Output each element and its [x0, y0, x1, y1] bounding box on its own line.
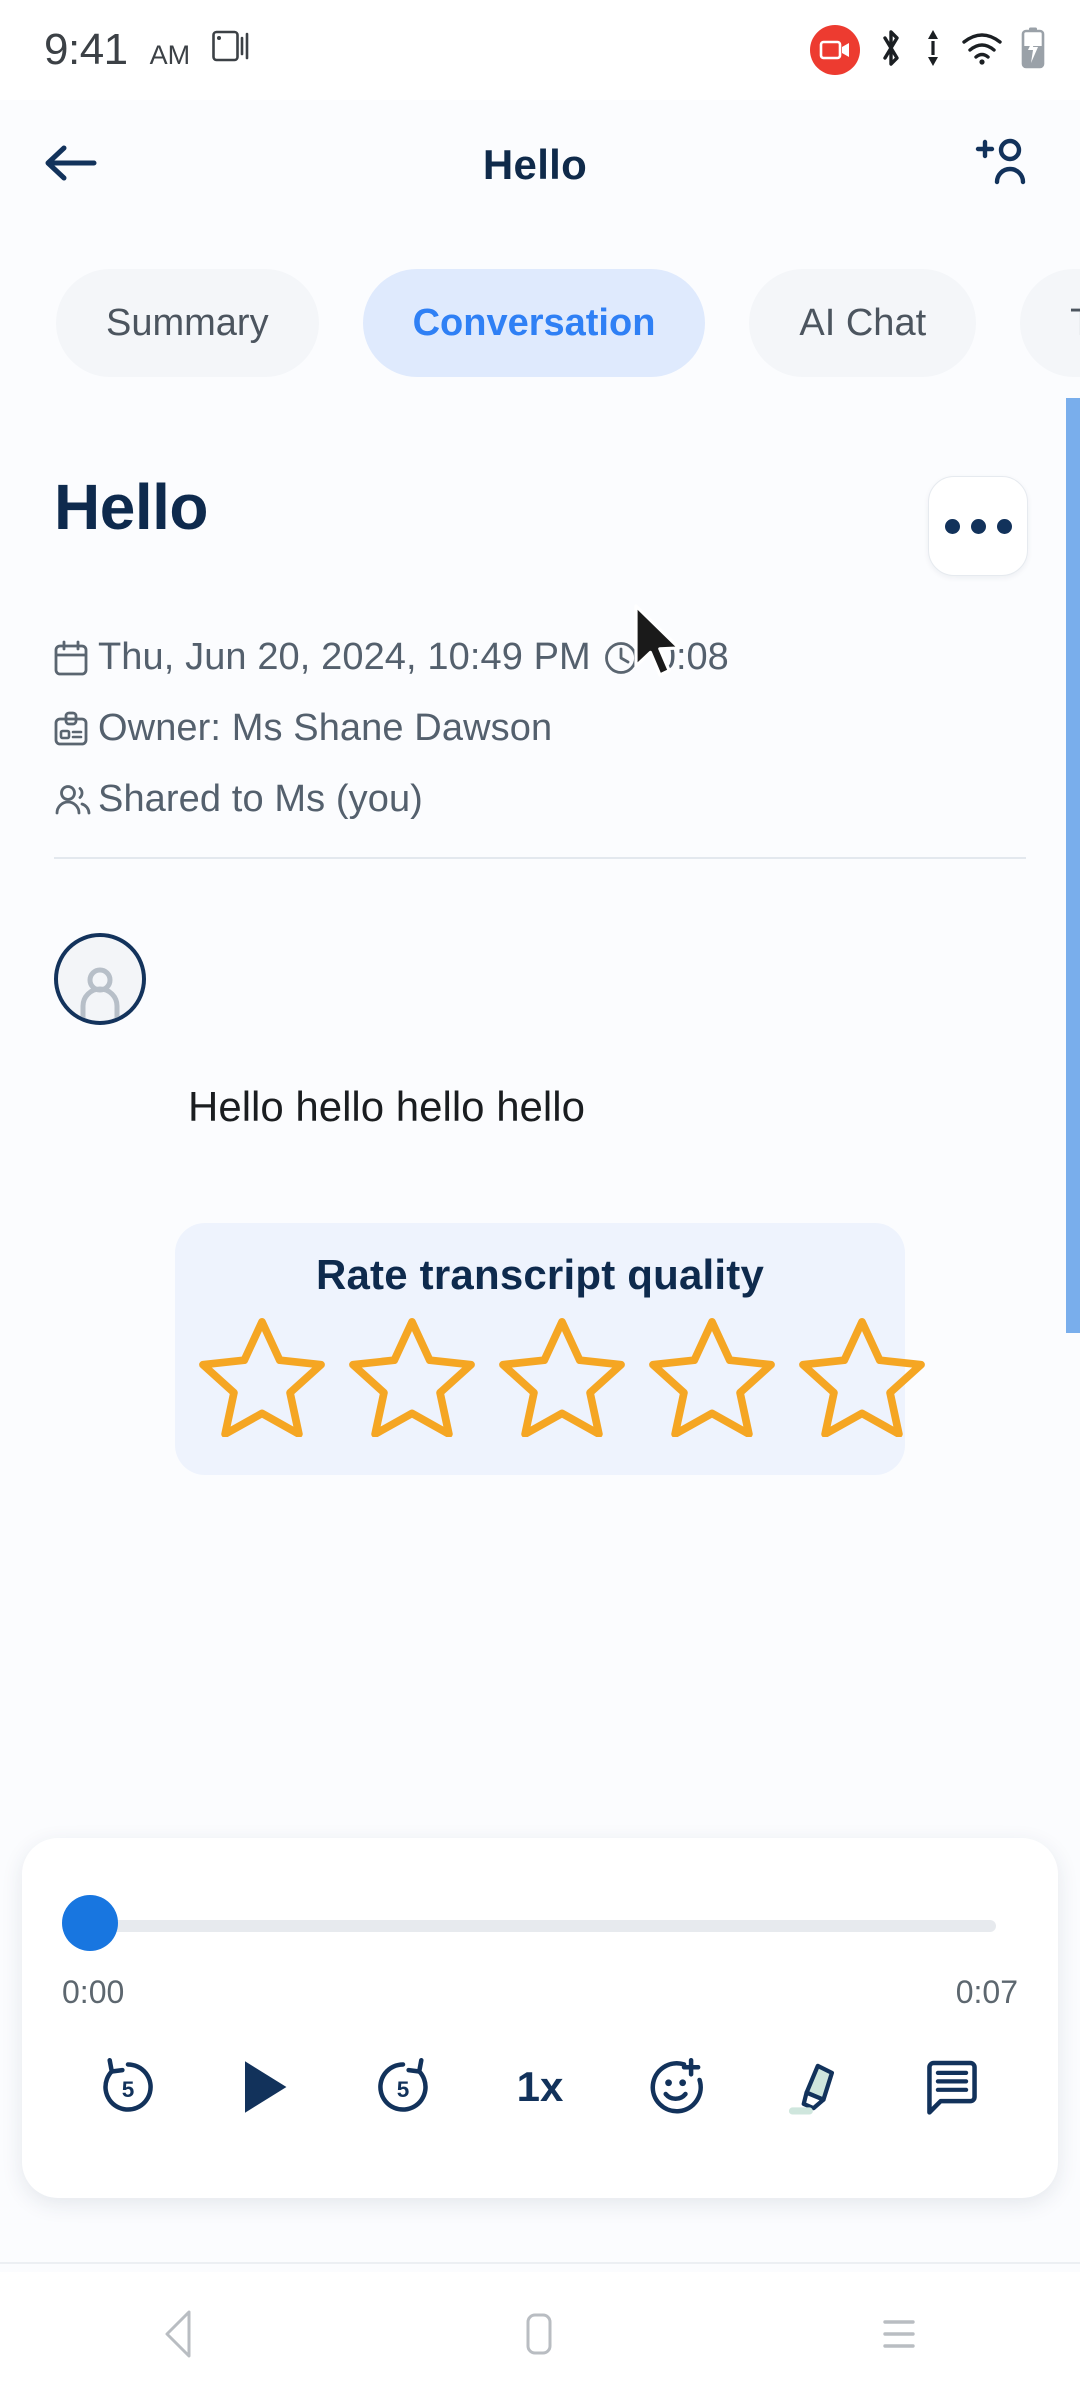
- tab-conversation-label: Conversation: [412, 301, 656, 344]
- playback-speed-label: 1x: [516, 2063, 564, 2110]
- meta-row-date: Thu, Jun 20, 2024, 10:49 PM 0:08: [54, 636, 1026, 679]
- tab-summary-label: Summary: [106, 301, 269, 344]
- more-horizontal-icon: [970, 518, 986, 534]
- more-horizontal-icon: [996, 518, 1012, 534]
- meta-duration: 0:08: [654, 636, 729, 678]
- document-meta: Thu, Jun 20, 2024, 10:49 PM 0:08 Owner: …: [0, 636, 1080, 821]
- playback-times: 0:00 0:07: [22, 1974, 1058, 2011]
- system-nav-bar: [0, 2272, 1080, 2400]
- play-button[interactable]: [217, 2047, 313, 2127]
- message-text: Hello hello hello hello: [188, 1083, 585, 1130]
- nav-home-button[interactable]: [517, 2310, 561, 2363]
- playback-speed-button[interactable]: 1x: [492, 2047, 588, 2127]
- main-content: Hello Thu, Jun 20, 2024, 10:49 PM 0:08 O…: [0, 408, 1080, 1475]
- rewind-5-button[interactable]: 5: [80, 2047, 176, 2127]
- scrubber-thumb[interactable]: [62, 1895, 118, 1951]
- nav-recents-button[interactable]: [875, 2312, 923, 2361]
- playback-position: 0:00: [62, 1974, 125, 2010]
- id-badge-icon: [54, 711, 98, 747]
- people-icon: [54, 783, 98, 817]
- document-header: Hello: [0, 470, 1080, 576]
- back-button[interactable]: [42, 141, 98, 190]
- status-bar-right: [810, 25, 1046, 75]
- tab-transcript[interactable]: T: [1020, 269, 1080, 377]
- screen-record-badge: [810, 25, 860, 75]
- star-rating[interactable]: [196, 1313, 928, 1442]
- clock-icon: [603, 640, 639, 676]
- star-icon-2[interactable]: [346, 1313, 478, 1442]
- scrubber-track[interactable]: [84, 1920, 996, 1932]
- playback-scrubber[interactable]: [62, 1895, 1018, 1951]
- data-transfer-icon: [922, 27, 944, 74]
- transcript-message: Hello hello hello hello: [0, 933, 1080, 1131]
- meta-row-owner: Owner: Ms Shane Dawson: [54, 707, 1026, 750]
- meta-owner: Owner: Ms Shane Dawson: [98, 707, 553, 749]
- player-controls: 5 5 1x: [22, 2047, 1058, 2127]
- app-bar: Hello: [0, 100, 1080, 230]
- svg-text:5: 5: [396, 2077, 409, 2102]
- more-horizontal-icon: [944, 518, 960, 534]
- phone-screen: 9:41 AM Hello Summary Conversation AI Ch…: [0, 0, 1080, 2400]
- audio-player: 0:00 0:07 5 5 1x: [22, 1838, 1058, 2198]
- content-divider: [54, 857, 1026, 859]
- status-bar: 9:41 AM: [0, 0, 1080, 100]
- meta-row-shared: Shared to Ms (you): [54, 778, 1026, 821]
- rate-transcript-title: Rate transcript quality: [315, 1251, 765, 1298]
- bluetooth-icon: [876, 27, 906, 74]
- bottom-separator: [0, 2262, 1080, 2264]
- more-options-button[interactable]: [928, 476, 1028, 576]
- meta-shared: Shared to Ms (you): [98, 778, 423, 820]
- transcript-button[interactable]: [904, 2047, 1000, 2127]
- app-bar-title: Hello: [482, 141, 588, 188]
- person-avatar-icon: [80, 967, 120, 1021]
- status-time: 9:41: [44, 25, 128, 74]
- status-bar-left: 9:41 AM: [44, 28, 252, 72]
- tab-summary[interactable]: Summary: [56, 269, 319, 377]
- calendar-icon: [54, 640, 98, 676]
- star-icon-1[interactable]: [196, 1313, 328, 1442]
- tab-ai-chat[interactable]: AI Chat: [749, 269, 977, 377]
- star-icon-4[interactable]: [646, 1313, 778, 1442]
- page-title: Hello: [54, 471, 208, 543]
- add-person-button[interactable]: [972, 136, 1032, 195]
- star-icon-3[interactable]: [496, 1313, 628, 1442]
- star-icon-5[interactable]: [796, 1313, 928, 1442]
- battery-charging-icon: [1020, 26, 1046, 75]
- add-reaction-button[interactable]: [629, 2047, 725, 2127]
- playback-duration: 0:07: [955, 1974, 1018, 2010]
- wifi-icon: [960, 30, 1004, 71]
- meta-date: Thu, Jun 20, 2024, 10:49 PM: [98, 636, 591, 678]
- tab-ai-chat-label: AI Chat: [799, 301, 927, 344]
- tab-transcript-label: T: [1070, 302, 1080, 345]
- nav-back-button[interactable]: [157, 2308, 203, 2365]
- svg-text:5: 5: [122, 2077, 135, 2102]
- tab-bar[interactable]: Summary Conversation AI Chat T: [0, 262, 1080, 384]
- screen-cast-icon: [212, 29, 252, 68]
- avatar: [54, 933, 146, 1025]
- status-ampm: AM: [149, 40, 191, 70]
- rate-transcript-card: Rate transcript quality: [175, 1223, 925, 1475]
- forward-5-button[interactable]: 5: [355, 2047, 451, 2127]
- highlighter-button[interactable]: [767, 2047, 863, 2127]
- tab-conversation[interactable]: Conversation: [362, 269, 706, 377]
